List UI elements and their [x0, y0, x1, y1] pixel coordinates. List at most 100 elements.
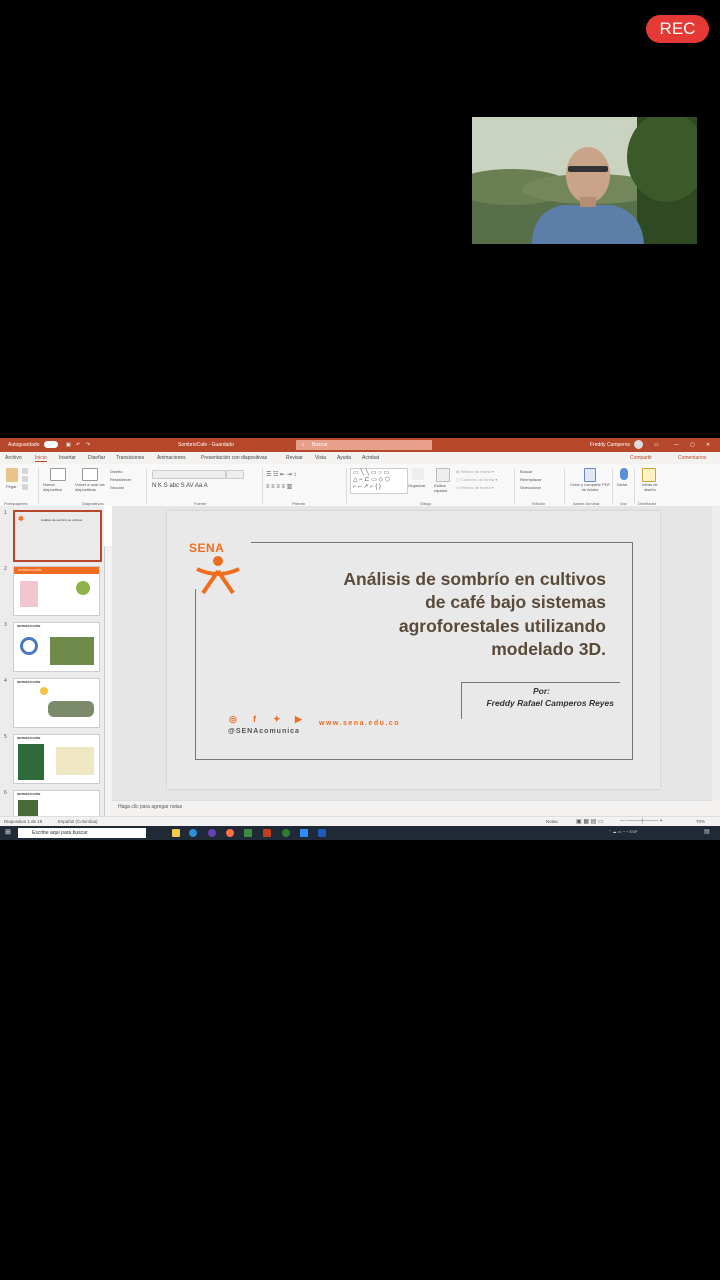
vertical-scrollbar[interactable] — [712, 506, 720, 800]
taskbar-search-placeholder: Escribe aquí para buscar — [32, 830, 88, 836]
tab-acrobat[interactable]: Acrobat — [362, 455, 379, 461]
reset-button[interactable]: Restablecer — [110, 477, 131, 482]
thumbnail-slide-2[interactable]: INTRODUCCIÓN — [13, 566, 100, 616]
paste-label: Pegar — [6, 484, 17, 489]
format-painter-icon[interactable] — [22, 484, 28, 490]
reuse-slides-icon[interactable] — [82, 468, 98, 481]
thumbnail-slide-5[interactable]: INTRODUCCIÓN — [13, 734, 100, 784]
comments-button[interactable]: Comentarios — [678, 455, 706, 461]
twitter-icon: ✦ — [273, 714, 281, 724]
avatar[interactable] — [634, 440, 643, 449]
arrange-icon[interactable] — [412, 468, 424, 480]
autosave-label: Autoguardado — [8, 442, 40, 448]
thumbnail-scrollbar[interactable] — [104, 506, 112, 546]
windows-start-icon[interactable]: ⊞ — [5, 828, 11, 836]
sena-logo-figure — [196, 556, 240, 595]
save-icon[interactable]: ▣ — [66, 442, 71, 448]
find-button[interactable]: Buscar — [520, 469, 532, 474]
font-name-select[interactable] — [152, 470, 226, 479]
tab-transiciones[interactable]: Transiciones — [116, 455, 144, 461]
design-ideas-label: Ideas de diseño — [642, 482, 658, 492]
ribbon: Pegar Portapapeles Nueva diapositiva Vol… — [0, 464, 720, 507]
section-button[interactable]: Sección — [110, 485, 124, 490]
tab-archivo[interactable]: Archivo — [5, 455, 22, 461]
new-slide-icon[interactable] — [50, 468, 66, 481]
close-icon[interactable]: ✕ — [706, 442, 710, 448]
file-explorer-icon[interactable] — [172, 829, 180, 837]
browser-icon[interactable] — [208, 829, 216, 837]
notes-pane[interactable]: Haga clic para agregar notas — [112, 800, 712, 813]
copy-icon[interactable] — [22, 476, 28, 482]
cut-icon[interactable] — [22, 468, 28, 474]
autosave-toggle[interactable] — [44, 441, 58, 448]
tab-disenar[interactable]: Diseñar — [88, 455, 105, 461]
tab-presentacion[interactable]: Presentación con diapositivas — [201, 455, 267, 461]
notes-toggle[interactable]: Notas — [546, 819, 558, 824]
powerpoint-taskbar-icon[interactable] — [263, 829, 271, 837]
current-slide[interactable]: SENA Análisis de sombrío en cultivos de … — [167, 511, 660, 789]
shape-outline-button[interactable]: ▢ Contorno de forma ▾ — [456, 477, 497, 482]
facebook-icon: f — [253, 714, 256, 724]
tab-ayuda[interactable]: Ayuda — [337, 455, 351, 461]
maximize-icon[interactable]: ▢ — [690, 442, 695, 448]
language-status[interactable]: Español (Colombia) — [58, 819, 98, 824]
font-format-icons[interactable]: N K S abc S AV Aa A — [152, 483, 208, 489]
ribbon-tabs: Archivo Inicio Insertar Diseñar Transici… — [0, 452, 720, 464]
author-prefix: Por: — [533, 686, 550, 696]
social-handle: @SENAcomunica — [228, 728, 300, 735]
notifications-icon[interactable]: ▤ — [704, 828, 710, 835]
create-pdf-icon[interactable] — [584, 468, 596, 482]
minimize-icon[interactable]: — — [674, 442, 679, 448]
rec-badge: REC — [646, 15, 709, 43]
taskbar-search[interactable]: Escribe aquí para buscar — [18, 828, 146, 838]
tab-animaciones[interactable]: Animaciones — [157, 455, 186, 461]
thumbnail-slide-3[interactable]: INTRODUCCIÓN — [13, 622, 100, 672]
thumbnail-label: INTRODUCCIÓN — [17, 680, 41, 684]
microphone-icon[interactable] — [620, 468, 628, 480]
search-icon: ⌕ — [302, 442, 305, 448]
search-box[interactable]: ⌕ Buscar — [296, 440, 432, 450]
thumbnail-number: 4 — [4, 678, 7, 684]
file-name: SombrioCafe - Guardado — [178, 442, 234, 448]
zoom-level[interactable]: 70% — [696, 819, 705, 824]
tab-vista[interactable]: Vista — [315, 455, 326, 461]
edge-icon[interactable] — [189, 829, 197, 837]
tab-revisar[interactable]: Revisar — [286, 455, 303, 461]
quick-styles-icon[interactable] — [436, 468, 450, 482]
zoom-slider[interactable]: — ────┼──── + — [620, 818, 663, 824]
shape-fill-button[interactable]: ◈ Relleno de forma ▾ — [456, 469, 494, 474]
title-bar: Autoguardado ▣ ↶ ↷ SombrioCafe - Guardad… — [0, 438, 720, 452]
word-icon[interactable] — [318, 829, 326, 837]
layout-button[interactable]: Diseño — [110, 469, 122, 474]
align-icons[interactable]: ≡ ≡ ≡ ≡ ▥ — [266, 483, 292, 490]
slide-thumbnails-pane: 1 ✱ Análisis de sombrío en cultivos 2 IN… — [0, 506, 105, 824]
font-size-select[interactable] — [226, 470, 244, 479]
shapes-gallery[interactable]: ▭ ╲ ╲ ▭ ○ ▭ △ ⌐ ⊏ ▭ ◇ ⬡ ⌐ ⌐ ↗ ⌐ { } — [350, 468, 408, 494]
search-placeholder: Buscar — [312, 442, 328, 448]
list-icons[interactable]: ☰ ☷ ⇤ ⇥ ↕ — [266, 471, 296, 478]
shape-effects-button[interactable]: ◇ Efectos de forma ▾ — [456, 485, 494, 490]
chrome-icon[interactable] — [282, 829, 290, 837]
slide-title-line: Análisis de sombrío en cultivos — [343, 569, 606, 589]
system-tray-icons[interactable]: ⌃ ☁ ▭ ◔ ⌁ ESP — [608, 829, 638, 834]
select-button[interactable]: Seleccionar — [520, 485, 541, 490]
share-button[interactable]: Compartir — [630, 455, 652, 461]
ribbon-display-icon[interactable]: ▭ — [654, 442, 659, 448]
redo-icon[interactable]: ↷ — [86, 442, 90, 448]
paste-icon[interactable] — [6, 468, 18, 482]
arrange-label: Organizar — [408, 483, 426, 488]
app-icon[interactable] — [244, 829, 252, 837]
thumbnail-number: 3 — [4, 622, 7, 628]
slide-title-line: agroforestales utilizando — [398, 615, 606, 636]
view-buttons[interactable]: ▣ ▦ ▤ ▭ — [576, 818, 604, 825]
zoom-app-icon[interactable] — [300, 829, 308, 837]
tab-inicio[interactable]: Inicio — [35, 455, 47, 462]
design-ideas-icon[interactable] — [642, 468, 656, 482]
create-pdf-label: Crear y compartir PDF de Adobe — [569, 482, 610, 492]
undo-icon[interactable]: ↶ — [76, 442, 80, 448]
thumbnail-slide-4[interactable]: INTRODUCCIÓN — [13, 678, 100, 728]
firefox-icon[interactable] — [226, 829, 234, 837]
tab-insertar[interactable]: Insertar — [59, 455, 76, 461]
thumbnail-slide-1[interactable]: ✱ Análisis de sombrío en cultivos — [13, 510, 102, 562]
replace-button[interactable]: Reemplazar — [520, 477, 542, 482]
